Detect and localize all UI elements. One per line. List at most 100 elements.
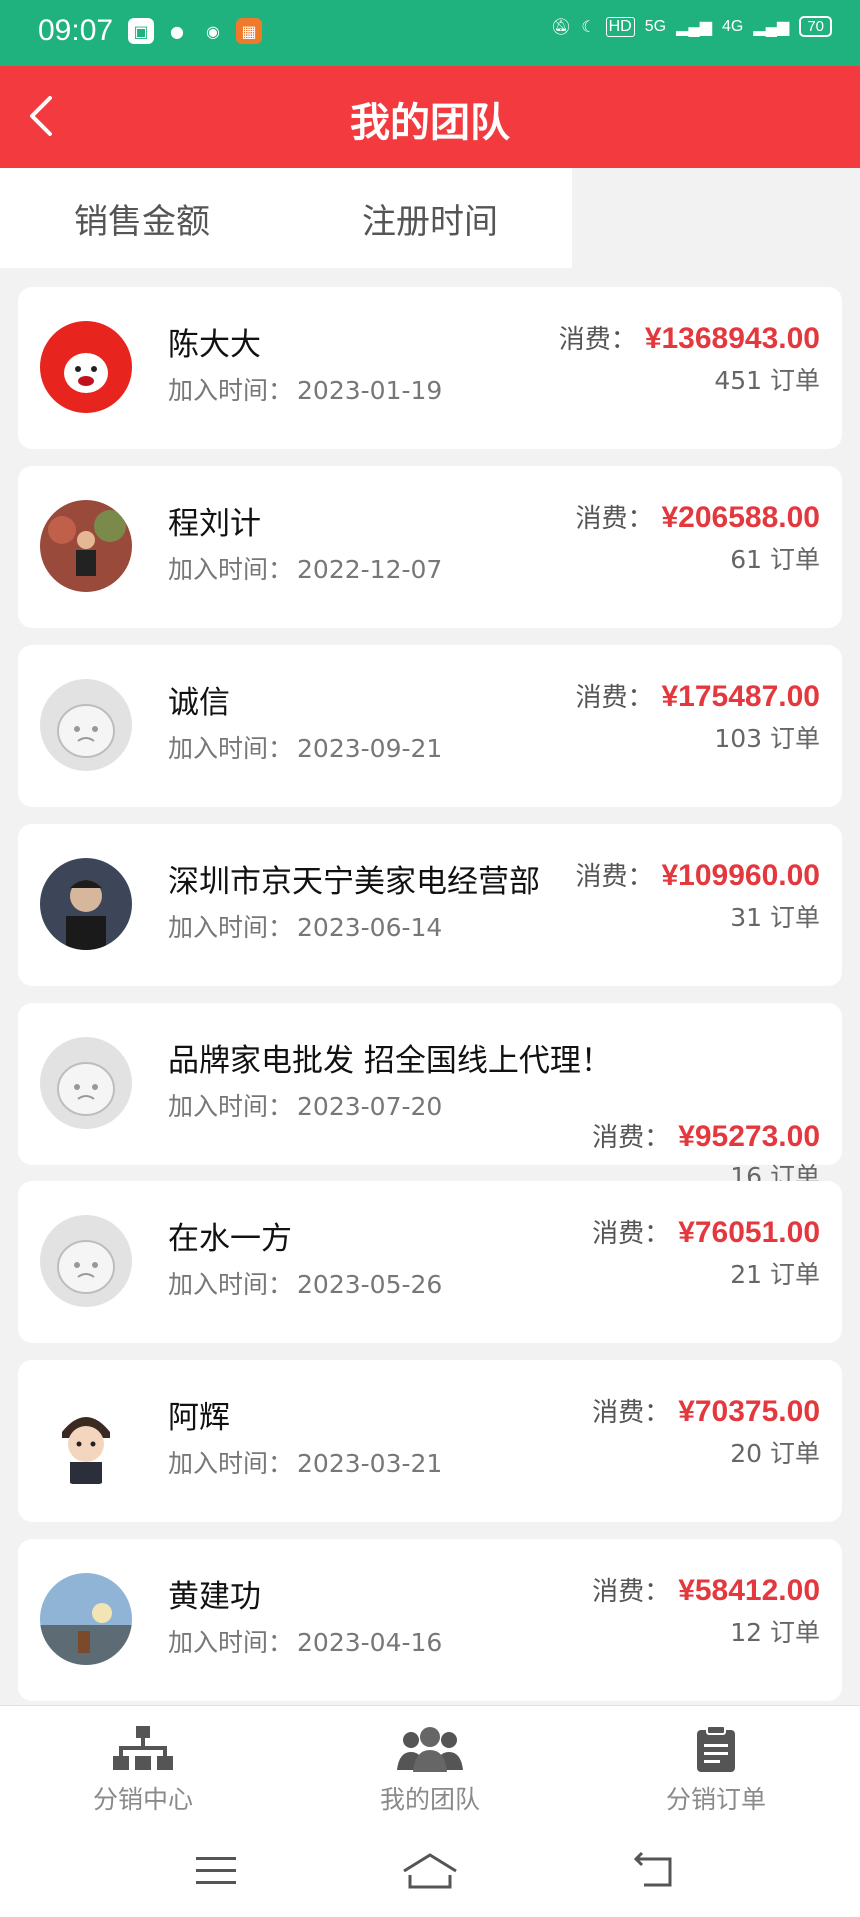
app-orange-icon: ▦: [236, 18, 262, 44]
status-app-icons: ▣ ● ◉ ▦: [128, 18, 262, 44]
status-time: 09:07: [38, 14, 114, 47]
battery-icon: 70: [799, 16, 832, 37]
network-5g: 5G: [644, 17, 667, 35]
spend: 消费： ¥1368943.00: [559, 319, 820, 356]
avatar: [40, 500, 132, 592]
order-count: 451 订单: [714, 366, 820, 395]
spend: 消费： ¥175487.00: [575, 677, 820, 714]
moon-icon: ☾: [581, 18, 596, 36]
spend-amount: ¥95273.00: [678, 1120, 820, 1153]
avatar: [40, 1215, 132, 1307]
photo-landscape-avatar: [40, 1573, 132, 1665]
spend-amount: ¥70375.00: [678, 1395, 820, 1428]
photo-man-avatar: [40, 858, 132, 950]
spend: 消费： ¥206588.00: [575, 498, 820, 535]
join-label: 加入时间：: [168, 376, 294, 405]
join-time: 加入时间： 2023-06-14: [168, 908, 442, 944]
avatar: [40, 321, 132, 413]
member-name: 深圳市京天宁美家电经营部: [168, 864, 540, 900]
member-card[interactable]: 品牌家电批发 招全国线上代理！ 加入时间： 2023-07-20 消费： ¥9527…: [18, 1003, 842, 1191]
sort-tabs: 销售金额 注册时间: [0, 168, 572, 268]
default-avatar: [40, 679, 132, 771]
join-date: 2023-09-21: [297, 734, 443, 763]
spend-label: 消费：: [575, 862, 654, 892]
order-count: 31 订单: [730, 903, 820, 932]
avatar: [40, 1037, 132, 1129]
join-time: 加入时间： 2022-12-07: [168, 550, 442, 586]
member-name: 陈大大: [168, 327, 261, 363]
member-card[interactable]: 阿辉 加入时间： 2023-03-21 消费： ¥70375.00 20 订单: [18, 1360, 842, 1522]
header-bar: 我的团队: [0, 66, 860, 168]
member-name: 在水一方: [168, 1221, 292, 1257]
join-label: 加入时间：: [168, 913, 294, 942]
spend-amount: ¥1368943.00: [644, 322, 820, 355]
member-card[interactable]: 程刘计 加入时间： 2022-12-07 消费： ¥206588.00 61 订单: [18, 466, 842, 628]
spend-amount: ¥76051.00: [678, 1216, 820, 1249]
member-name: 阿辉: [168, 1400, 230, 1436]
tab-sales-amount[interactable]: 销售金额: [74, 194, 210, 243]
member-card[interactable]: 在水一方 加入时间： 2023-05-26 消费： ¥76051.00 21 订单: [18, 1181, 842, 1343]
nav-my-team[interactable]: 我的团队: [330, 1724, 530, 1816]
avatar: [40, 858, 132, 950]
home-icon[interactable]: [400, 1851, 460, 1891]
join-label: 加入时间：: [168, 1449, 294, 1478]
signal-icon: ▂▄▆: [676, 18, 713, 36]
avatar: [40, 679, 132, 771]
member-card[interactable]: 诚信 加入时间： 2023-09-21 消费： ¥175487.00 103 订单: [18, 645, 842, 807]
spend-label: 消费：: [592, 1123, 671, 1153]
join-date: 2023-01-19: [297, 376, 443, 405]
red-mascot-avatar: [40, 321, 132, 413]
member-card[interactable]: 陈大大 加入时间： 2023-01-19 消费： ¥1368943.00 451 订…: [18, 287, 842, 449]
spend-label: 消费：: [575, 504, 654, 534]
app-notification-icon: ▣: [128, 18, 154, 44]
join-label: 加入时间：: [168, 1628, 294, 1657]
nav-label: 分销中心: [92, 1785, 193, 1814]
team-icon: [397, 1727, 463, 1772]
member-card[interactable]: 黄建功 加入时间： 2023-04-16 消费： ¥58412.00 12 订单: [18, 1539, 842, 1701]
member-name: 程刘计: [168, 506, 261, 542]
network-4g: 4G: [722, 17, 744, 35]
join-label: 加入时间：: [168, 734, 294, 763]
join-label: 加入时间：: [168, 1092, 294, 1121]
order-count: 103 订单: [714, 724, 820, 753]
avatar: [40, 1573, 132, 1665]
nav-label: 我的团队: [379, 1785, 480, 1814]
signal-icon-2: ▂▄▆: [753, 18, 790, 36]
status-indicators: 🔕︎ ☾ HD 5G ▂▄▆ 4G ▂▄▆ 70: [551, 16, 832, 37]
spend-amount: ¥109960.00: [661, 859, 821, 892]
status-bar: 09:07 ▣ ● ◉ ▦ 🔕︎ ☾ HD 5G ▂▄▆ 4G ▂▄▆ 70: [0, 0, 860, 66]
join-date: 2023-06-14: [297, 913, 443, 942]
system-nav-bar: [0, 1829, 860, 1917]
join-date: 2023-07-20: [297, 1092, 443, 1121]
nav-distribution-center[interactable]: 分销中心: [43, 1724, 243, 1816]
join-label: 加入时间：: [168, 1270, 294, 1299]
spend-label: 消费：: [592, 1577, 671, 1607]
spend-label: 消费：: [575, 683, 654, 713]
join-date: 2023-03-21: [297, 1449, 443, 1478]
hd-label: HD: [605, 16, 635, 37]
spend: 消费： ¥70375.00: [592, 1392, 820, 1429]
spend: 消费： ¥76051.00: [592, 1213, 820, 1250]
member-name: 黄建功: [168, 1579, 261, 1615]
nav-distribution-orders[interactable]: 分销订单: [616, 1724, 816, 1816]
join-date: 2023-05-26: [297, 1270, 443, 1299]
order-count: 12 订单: [730, 1618, 820, 1647]
spend-label: 消费：: [592, 1398, 671, 1428]
nav-label: 分销订单: [665, 1785, 766, 1814]
order-count: 21 订单: [730, 1260, 820, 1289]
default-avatar: [40, 1037, 132, 1129]
join-time: 加入时间： 2023-07-20: [168, 1087, 442, 1123]
menu-icon[interactable]: [194, 1851, 238, 1891]
spend: 消费： ¥109960.00: [575, 856, 820, 893]
spend: 消费： ¥95273.00: [592, 1117, 820, 1154]
join-date: 2022-12-07: [297, 555, 443, 584]
spend: 消费： ¥58412.00: [592, 1571, 820, 1608]
spend-label: 消费：: [592, 1219, 671, 1249]
clipboard-icon: [697, 1725, 735, 1772]
tab-register-time[interactable]: 注册时间: [362, 194, 498, 243]
spend-amount: ¥206588.00: [661, 501, 821, 534]
member-card[interactable]: 深圳市京天宁美家电经营部 加入时间： 2023-06-14 消费： ¥109960.…: [18, 824, 842, 986]
member-name: 品牌家电批发 招全国线上代理！: [168, 1043, 612, 1079]
join-time: 加入时间： 2023-01-19: [168, 371, 442, 407]
back-nav-icon[interactable]: [632, 1851, 676, 1891]
